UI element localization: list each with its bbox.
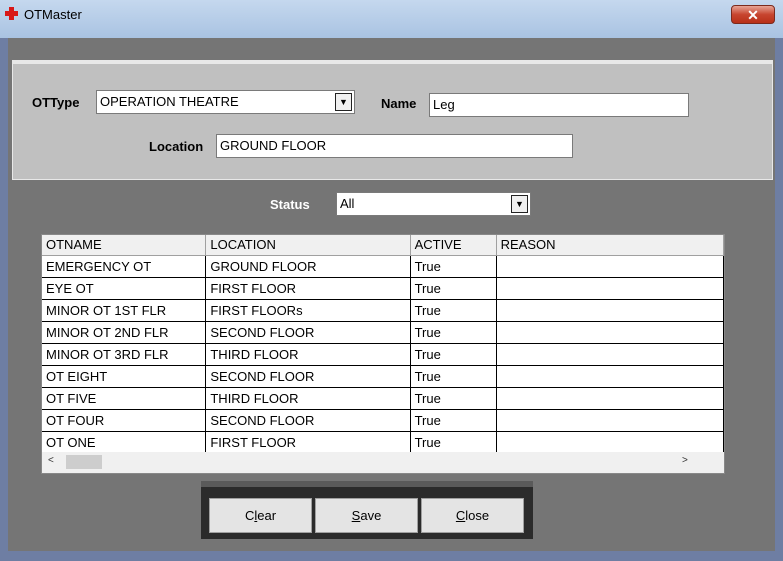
table-row[interactable]: OT ONE FIRST FLOOR True bbox=[42, 431, 724, 454]
chevron-right-icon[interactable]: > bbox=[682, 455, 688, 466]
cell-otname[interactable]: MINOR OT 2ND FLR bbox=[42, 321, 207, 344]
cell-reason[interactable] bbox=[496, 387, 724, 410]
cell-reason[interactable] bbox=[496, 277, 724, 300]
title-bar[interactable]: OTMaster ✕ bbox=[0, 0, 783, 38]
cell-reason[interactable] bbox=[496, 321, 724, 344]
location-label: Location bbox=[149, 139, 204, 154]
chevron-down-icon[interactable]: ▼ bbox=[511, 195, 528, 213]
clear-button[interactable]: Clear bbox=[209, 498, 312, 533]
chevron-left-icon[interactable]: < bbox=[48, 455, 54, 466]
ottype-label: OTType bbox=[32, 95, 80, 110]
cell-active[interactable]: True bbox=[410, 343, 497, 366]
top-form-panel bbox=[12, 60, 773, 180]
cell-otname[interactable]: MINOR OT 3RD FLR bbox=[42, 343, 207, 366]
red-cross-icon bbox=[5, 7, 18, 20]
cell-location[interactable]: GROUND FLOOR bbox=[205, 255, 411, 278]
cell-location[interactable]: THIRD FLOOR bbox=[205, 387, 411, 410]
cell-active[interactable]: True bbox=[410, 255, 497, 278]
cell-otname[interactable]: EYE OT bbox=[42, 277, 207, 300]
close-window-button[interactable]: ✕ bbox=[731, 5, 775, 24]
location-input[interactable]: GROUND FLOOR bbox=[216, 134, 573, 158]
horizontal-scrollbar[interactable]: < > bbox=[42, 452, 724, 473]
otmaster-window: OTMaster ✕ OTType OPERATION THEATRE ▼ Na… bbox=[0, 0, 783, 561]
cell-location[interactable]: FIRST FLOOR bbox=[205, 277, 411, 300]
ot-table: OTNAME LOCATION ACTIVE REASON EMERGENCY … bbox=[42, 235, 724, 454]
column-header-otname[interactable]: OTNAME bbox=[42, 235, 207, 256]
window-title: OTMaster bbox=[24, 7, 82, 22]
cell-active[interactable]: True bbox=[410, 365, 497, 388]
ottype-value: OPERATION THEATRE bbox=[100, 94, 239, 109]
chevron-down-icon[interactable]: ▼ bbox=[335, 93, 352, 111]
column-header-reason[interactable]: REASON bbox=[496, 235, 724, 256]
table-row[interactable]: MINOR OT 3RD FLR THIRD FLOOR True bbox=[42, 343, 724, 366]
status-combobox[interactable]: All ▼ bbox=[336, 192, 531, 216]
table-row[interactable]: MINOR OT 1ST FLR FIRST FLOORs True bbox=[42, 299, 724, 322]
cell-reason[interactable] bbox=[496, 343, 724, 366]
clear-label-post: ear bbox=[257, 508, 277, 523]
close-label-accel: C bbox=[455, 508, 466, 523]
save-label-post: ave bbox=[360, 508, 382, 523]
cell-location[interactable]: FIRST FLOORs bbox=[205, 299, 411, 322]
cell-location[interactable]: THIRD FLOOR bbox=[205, 343, 411, 366]
table-row[interactable]: EYE OT FIRST FLOOR True bbox=[42, 277, 724, 300]
cell-otname[interactable]: OT ONE bbox=[42, 431, 207, 454]
cell-otname[interactable]: OT EIGHT bbox=[42, 365, 207, 388]
name-input[interactable]: Leg bbox=[429, 93, 689, 117]
name-label: Name bbox=[381, 96, 417, 111]
horizontal-scroll-thumb[interactable] bbox=[66, 455, 102, 469]
ot-data-grid[interactable]: OTNAME LOCATION ACTIVE REASON EMERGENCY … bbox=[41, 234, 725, 474]
cell-reason[interactable] bbox=[496, 299, 724, 322]
cell-active[interactable]: True bbox=[410, 321, 497, 344]
clear-label-pre: C bbox=[244, 508, 255, 523]
status-value: All bbox=[340, 196, 355, 211]
cell-reason[interactable] bbox=[496, 255, 724, 278]
cell-active[interactable]: True bbox=[410, 299, 497, 322]
table-row[interactable]: MINOR OT 2ND FLR SECOND FLOOR True bbox=[42, 321, 724, 344]
cell-otname[interactable]: OT FOUR bbox=[42, 409, 207, 432]
table-row[interactable]: EMERGENCY OT GROUND FLOOR True bbox=[42, 255, 724, 278]
table-row[interactable]: OT EIGHT SECOND FLOOR True bbox=[42, 365, 724, 388]
cell-location[interactable]: SECOND FLOOR bbox=[205, 409, 411, 432]
cell-reason[interactable] bbox=[496, 409, 724, 432]
close-button[interactable]: Close bbox=[421, 498, 524, 533]
cell-reason[interactable] bbox=[496, 365, 724, 388]
cell-active[interactable]: True bbox=[410, 409, 497, 432]
cell-location[interactable]: FIRST FLOOR bbox=[205, 431, 411, 454]
close-label-post: lose bbox=[465, 508, 490, 523]
ottype-combobox[interactable]: OPERATION THEATRE ▼ bbox=[96, 90, 355, 114]
save-button[interactable]: Save bbox=[315, 498, 418, 533]
cell-location[interactable]: SECOND FLOOR bbox=[205, 321, 411, 344]
status-label: Status bbox=[270, 197, 310, 212]
cell-otname[interactable]: MINOR OT 1ST FLR bbox=[42, 299, 207, 322]
cell-reason[interactable] bbox=[496, 431, 724, 454]
cell-active[interactable]: True bbox=[410, 277, 497, 300]
column-header-location[interactable]: LOCATION bbox=[205, 235, 411, 256]
cell-active[interactable]: True bbox=[410, 431, 497, 454]
cell-otname[interactable]: EMERGENCY OT bbox=[42, 255, 207, 278]
column-header-active[interactable]: ACTIVE bbox=[410, 235, 497, 256]
table-row[interactable]: OT FIVE THIRD FLOOR True bbox=[42, 387, 724, 410]
table-row[interactable]: OT FOUR SECOND FLOOR True bbox=[42, 409, 724, 432]
table-header-row: OTNAME LOCATION ACTIVE REASON bbox=[42, 235, 724, 256]
cell-active[interactable]: True bbox=[410, 387, 497, 410]
cell-location[interactable]: SECOND FLOOR bbox=[205, 365, 411, 388]
cell-otname[interactable]: OT FIVE bbox=[42, 387, 207, 410]
